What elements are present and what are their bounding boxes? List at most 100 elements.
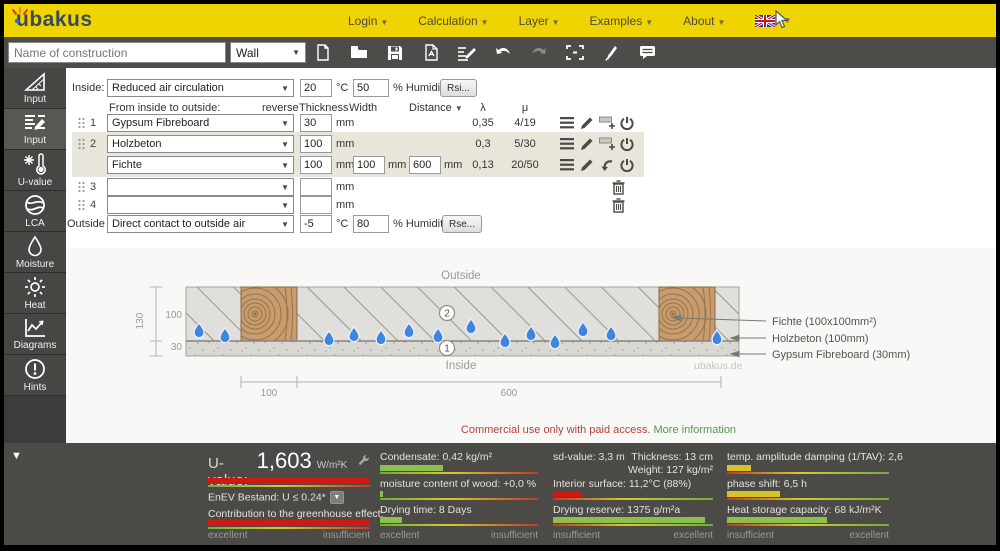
outside-label: Outside (67, 218, 105, 230)
diagram-inside-label: Inside (446, 360, 477, 372)
outside-humidity-input[interactable] (353, 215, 389, 233)
sidebar-item-input-geometry[interactable]: Input (4, 68, 66, 109)
trash-icon[interactable] (610, 197, 626, 213)
open-folder-icon[interactable] (348, 42, 370, 64)
redo-icon[interactable] (528, 42, 550, 64)
menu-calculation[interactable]: Calculation▼ (418, 14, 488, 28)
row-number: 2 (90, 138, 96, 150)
callout-fichte: Fichte (100x100mm²) (772, 316, 877, 328)
outside-temp-input[interactable] (300, 215, 332, 233)
menu-about[interactable]: About▼ (683, 14, 725, 28)
rse-button[interactable]: Rse... (442, 215, 482, 233)
results-col-heat: temp. amplitude damping (1/TAV): 2,6 pha… (727, 443, 889, 545)
menu-icon[interactable] (559, 157, 575, 173)
reverse-link[interactable]: reverse (262, 102, 299, 114)
drag-handle-icon[interactable] (78, 117, 85, 129)
sidebar-item-heat[interactable]: Heat (4, 273, 66, 314)
timber-thickness-input[interactable] (300, 156, 332, 174)
power-icon[interactable] (619, 157, 635, 173)
save-icon[interactable] (384, 42, 406, 64)
fullscreen-icon[interactable] (564, 42, 586, 64)
power-icon[interactable] (619, 115, 635, 131)
scale-insufficient: insufficient (553, 530, 600, 541)
trash-icon[interactable] (610, 179, 626, 195)
edit-pencil-icon[interactable] (579, 157, 595, 173)
pdf-export-icon[interactable] (420, 42, 442, 64)
inside-surface-select[interactable]: Reduced air circulation▼ (107, 79, 294, 97)
layer3-thickness-input[interactable] (300, 178, 332, 196)
rsi-button[interactable]: Rsi... (440, 79, 477, 97)
drag-handle-icon[interactable] (78, 138, 85, 150)
wood-moisture-scale (380, 498, 538, 500)
revert-icon[interactable] (599, 157, 615, 173)
sidebar-item-uvalue[interactable]: U-value (4, 150, 66, 191)
chevron-down-icon: ▼ (281, 220, 289, 229)
uvalue-bar (208, 478, 370, 484)
inside-humidity-input[interactable] (353, 79, 389, 97)
timber-mu: 20/50 (486, 159, 564, 171)
edit-pencil-icon[interactable] (579, 115, 595, 131)
power-icon[interactable] (619, 136, 635, 152)
sidebar-item-lca[interactable]: LCA (4, 191, 66, 232)
chevron-down-icon: ▼ (281, 161, 289, 170)
undo-icon[interactable] (492, 42, 514, 64)
layer2-marker: 2 (440, 306, 455, 321)
scale-insufficient: insufficient (727, 530, 774, 541)
layer4-thickness-input[interactable] (300, 196, 332, 214)
uvalue-unit: W/m²K (317, 460, 348, 471)
callout-gypsum: Gypsum Fibreboard (30mm) (772, 349, 910, 361)
layer4-material-select[interactable]: ▼ (107, 196, 294, 214)
mm-unit: mm (388, 159, 406, 171)
results-col-uvalue: U-value: 1,603 W/m²K EnEV Bestand: U ≤ 0… (208, 443, 370, 545)
menu-layer[interactable]: Layer▼ (519, 14, 560, 28)
insulation-timber-select[interactable]: Fichte▼ (107, 156, 294, 174)
row-number: 3 (90, 181, 96, 193)
timber-distance-input[interactable] (409, 156, 441, 174)
outside-surface-select[interactable]: Direct contact to outside air▼ (107, 215, 294, 233)
wrench-icon[interactable] (358, 453, 370, 468)
construction-name-input[interactable] (8, 42, 226, 63)
report-icon[interactable] (456, 42, 478, 64)
collapse-results-icon[interactable]: ▼ (11, 450, 22, 462)
greenhouse-label: Contribution to the greenhouse effect: (208, 508, 384, 520)
sidebar-item-moisture[interactable]: Moisture (4, 232, 66, 273)
enev-dropdown-icon[interactable]: ▼ (330, 491, 344, 504)
mm-unit: mm (336, 138, 354, 150)
drag-handle-icon[interactable] (78, 181, 85, 193)
layer2-thickness-input[interactable] (300, 135, 332, 153)
construction-type-select[interactable]: Wall ▼ (230, 42, 306, 63)
insert-layer-icon[interactable] (599, 115, 615, 131)
more-information-link[interactable]: More information (654, 424, 737, 436)
chevron-down-icon: ▼ (645, 18, 653, 27)
layer3-material-select[interactable]: ▼ (107, 178, 294, 196)
menu-icon[interactable] (559, 115, 575, 131)
svg-text:2: 2 (444, 309, 450, 320)
toolbar: Wall ▼ (4, 37, 996, 68)
cross-section-diagram: Outside (66, 248, 996, 443)
drag-handle-icon[interactable] (78, 199, 85, 211)
ubakus-logo[interactable]: ubakus (16, 8, 93, 32)
menu-icon[interactable] (559, 136, 575, 152)
drop-icon (26, 235, 44, 257)
menu-login[interactable]: Login▼ (348, 14, 388, 28)
layer1-thickness-input[interactable] (300, 114, 332, 132)
sidebar-item-input-layers[interactable]: Input (4, 109, 66, 150)
draw-icon[interactable] (600, 42, 622, 64)
inside-label: Inside: (72, 82, 104, 94)
sidebar-item-diagrams[interactable]: Diagrams (4, 314, 66, 355)
layer2-material-select[interactable]: Holzbeton▼ (107, 135, 294, 153)
sd-value-label: sd-value: 3,3 m (553, 451, 625, 463)
insert-layer-icon[interactable] (599, 136, 615, 152)
timber-width-input[interactable] (353, 156, 385, 174)
chevron-down-icon: ▼ (718, 18, 726, 27)
new-file-icon[interactable] (312, 42, 334, 64)
sidebar-item-hints[interactable]: Hints (4, 355, 66, 396)
edit-pencil-icon[interactable] (579, 136, 595, 152)
sidebar-item-label: U-value (18, 177, 52, 188)
comment-icon[interactable] (636, 42, 658, 64)
layer1-material-select[interactable]: Gypsum Fibreboard▼ (107, 114, 294, 132)
phase-shift-bar (727, 491, 780, 497)
inside-temp-input[interactable] (300, 79, 332, 97)
menu-examples[interactable]: Examples▼ (590, 14, 654, 28)
app-window: ubakus Login▼ Calculation▼ Layer▼ Exampl… (4, 4, 996, 545)
